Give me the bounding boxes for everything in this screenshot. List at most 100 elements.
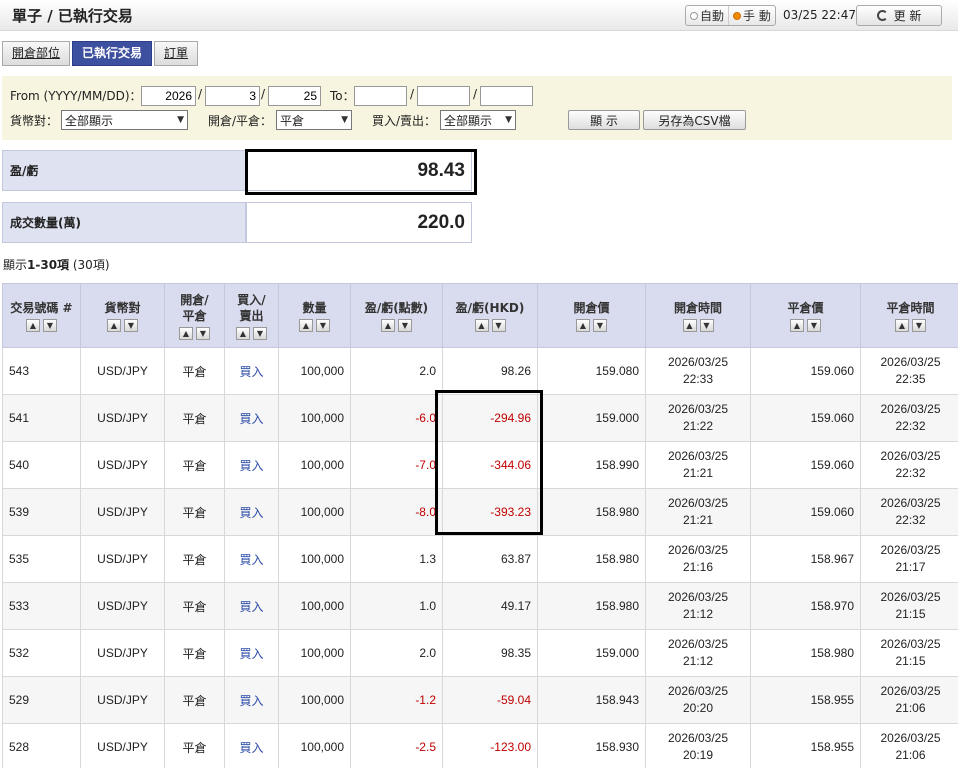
- mode-manual-label: 手 動: [743, 9, 771, 23]
- sort-ascending-icon[interactable]: ▲: [236, 326, 250, 340]
- cell-buy-sell[interactable]: 買入: [224, 582, 279, 630]
- cell-open-time-date: 2026/03/25: [667, 402, 729, 416]
- sort-descending-icon[interactable]: ▼: [43, 318, 57, 332]
- to-year-input[interactable]: [354, 86, 407, 106]
- cell-close-time: 2026/03/25 21:06: [860, 723, 958, 768]
- cell-currency-pair: USD/JPY: [80, 394, 165, 442]
- refresh-button[interactable]: 更 新: [856, 5, 942, 26]
- table-row[interactable]: 539 USD/JPY 平倉 買入 100,000 -8.0 -393.23 158.980 2…: [2, 488, 958, 536]
- cell-buy-sell[interactable]: 買入: [224, 394, 279, 442]
- sort-descending-icon[interactable]: ▼: [807, 318, 821, 332]
- currency-select[interactable]: 全部顯示 ▼: [61, 110, 188, 130]
- cell-buy-sell[interactable]: 買入: [224, 488, 279, 536]
- cell-close-time: 2026/03/25 21:06: [860, 676, 958, 724]
- table-row[interactable]: 533 USD/JPY 平倉 買入 100,000 1.0 49.17 158.980 2026…: [2, 582, 958, 630]
- table-row[interactable]: 528 USD/JPY 平倉 買入 100,000 -2.5 -123.00 158.930 2…: [2, 723, 958, 768]
- sort-ascending-icon[interactable]: ▲: [576, 318, 590, 332]
- sort-ascending-icon[interactable]: ▲: [682, 318, 697, 332]
- sort-descending-icon[interactable]: ▼: [196, 326, 210, 340]
- radio-auto-icon[interactable]: [690, 11, 698, 20]
- mode-auto-option[interactable]: 自動: [686, 6, 728, 25]
- cell-quantity: 100,000: [278, 582, 351, 630]
- page-title: 單子 / 已執行交易: [12, 7, 133, 25]
- sort-ascending-icon[interactable]: ▲: [381, 318, 395, 332]
- sort-descending-icon[interactable]: ▼: [912, 318, 926, 332]
- table-row[interactable]: 535 USD/JPY 平倉 買入 100,000 1.3 63.87 158.980 2026…: [2, 535, 958, 583]
- sort-descending-icon[interactable]: ▼: [124, 318, 138, 332]
- cell-buy-sell[interactable]: 買入: [224, 629, 279, 677]
- cell-open-time-date: 2026/03/25: [667, 590, 729, 604]
- chevron-down-icon: ▼: [505, 115, 512, 125]
- from-label: From (YYYY/MM/DD)：: [10, 89, 142, 103]
- tab-executed-trades[interactable]: 已執行交易: [72, 41, 153, 66]
- sort-ascending-icon[interactable]: ▲: [26, 318, 40, 332]
- mode-manual-option[interactable]: 手 動: [728, 6, 775, 25]
- tab-open-positions[interactable]: 開倉部位: [2, 41, 71, 66]
- cell-quantity: 100,000: [278, 488, 351, 536]
- cell-close-time-date: 2026/03/25: [880, 731, 941, 745]
- cell-currency-pair: USD/JPY: [80, 441, 165, 489]
- cell-open-price: 159.000: [537, 394, 646, 442]
- cell-open-close: 平倉: [164, 441, 225, 489]
- col-header-trade-id: 交易號碼 # ▲ ▼: [2, 283, 81, 348]
- from-month-input[interactable]: [205, 86, 260, 106]
- openclose-select[interactable]: 平倉 ▼: [276, 110, 352, 130]
- sort-ascending-icon[interactable]: ▲: [179, 326, 193, 340]
- table-row[interactable]: 543 USD/JPY 平倉 買入 100,000 2.0 98.26 159.080 2026…: [2, 347, 958, 395]
- cell-buy-sell[interactable]: 買入: [224, 535, 279, 583]
- table-row[interactable]: 540 USD/JPY 平倉 買入 100,000 -7.0 -344.06 158.990 2…: [2, 441, 958, 489]
- cell-trade-id: 535: [2, 535, 81, 583]
- cell-close-time-date: 2026/03/25: [880, 684, 941, 698]
- currency-select-value: 全部顯示: [65, 113, 114, 128]
- col-header-label: 開倉/ 平倉: [180, 292, 209, 323]
- table-row[interactable]: 541 USD/JPY 平倉 買入 100,000 -6.0 -294.96 159.000 2…: [2, 394, 958, 442]
- table-row[interactable]: 532 USD/JPY 平倉 買入 100,000 2.0 98.35 159.000 2026…: [2, 629, 958, 677]
- sort-descending-icon[interactable]: ▼: [699, 318, 714, 332]
- tab-orders[interactable]: 訂單: [154, 41, 199, 66]
- cell-open-time-date: 2026/03/25: [667, 543, 729, 557]
- cell-pnl-pips: -1.2: [350, 676, 443, 724]
- cell-buy-sell[interactable]: 買入: [224, 347, 279, 395]
- sort-ascending-icon[interactable]: ▲: [299, 318, 313, 332]
- sort-ascending-icon[interactable]: ▲: [895, 318, 909, 332]
- cell-currency-pair: USD/JPY: [80, 582, 165, 630]
- currency-label: 貨幣對：: [10, 114, 59, 128]
- cell-pnl-hkd: -294.96: [442, 394, 538, 442]
- col-header-label: 貨幣對: [104, 300, 141, 315]
- cell-trade-id: 543: [2, 347, 81, 395]
- from-year-input[interactable]: [141, 86, 196, 106]
- cell-close-price: 159.060: [750, 488, 861, 536]
- cell-quantity: 100,000: [278, 676, 351, 724]
- cell-quantity: 100,000: [278, 394, 351, 442]
- sort-ascending-icon[interactable]: ▲: [790, 318, 804, 332]
- sort-descending-icon[interactable]: ▼: [316, 318, 330, 332]
- cell-open-time: 2026/03/25 21:12: [645, 629, 751, 677]
- sort-descending-icon[interactable]: ▼: [593, 318, 607, 332]
- buysell-select[interactable]: 全部顯示 ▼: [440, 110, 516, 130]
- cell-close-price: 158.980: [750, 629, 861, 677]
- cell-close-time-date: 2026/03/25: [880, 402, 941, 416]
- to-day-input[interactable]: [480, 86, 533, 106]
- sort-descending-icon[interactable]: ▼: [253, 326, 267, 340]
- cell-open-price: 159.080: [537, 347, 646, 395]
- cell-close-time-date: 2026/03/25: [880, 543, 941, 557]
- cell-pnl-hkd: -393.23: [442, 488, 538, 536]
- cell-buy-sell[interactable]: 買入: [224, 676, 279, 724]
- cell-buy-sell[interactable]: 買入: [224, 441, 279, 489]
- radio-manual-icon[interactable]: [733, 11, 742, 20]
- export-csv-button[interactable]: 另存為CSV檔: [643, 110, 746, 130]
- pnl-summary-label: 盈/虧: [2, 150, 246, 191]
- to-label: To：: [330, 89, 355, 103]
- cell-quantity: 100,000: [278, 723, 351, 768]
- cell-open-time-date: 2026/03/25: [667, 684, 729, 698]
- sort-ascending-icon[interactable]: ▲: [107, 318, 121, 332]
- cell-buy-sell[interactable]: 買入: [224, 723, 279, 768]
- from-day-input[interactable]: [268, 86, 321, 106]
- clock: 03/25 22:47: [783, 8, 856, 22]
- sort-ascending-icon[interactable]: ▲: [474, 318, 489, 332]
- sort-descending-icon[interactable]: ▼: [491, 318, 506, 332]
- table-row[interactable]: 529 USD/JPY 平倉 買入 100,000 -1.2 -59.04 158.943 20…: [2, 676, 958, 724]
- show-button[interactable]: 顯 示: [568, 110, 640, 130]
- to-month-input[interactable]: [417, 86, 470, 106]
- sort-descending-icon[interactable]: ▼: [398, 318, 412, 332]
